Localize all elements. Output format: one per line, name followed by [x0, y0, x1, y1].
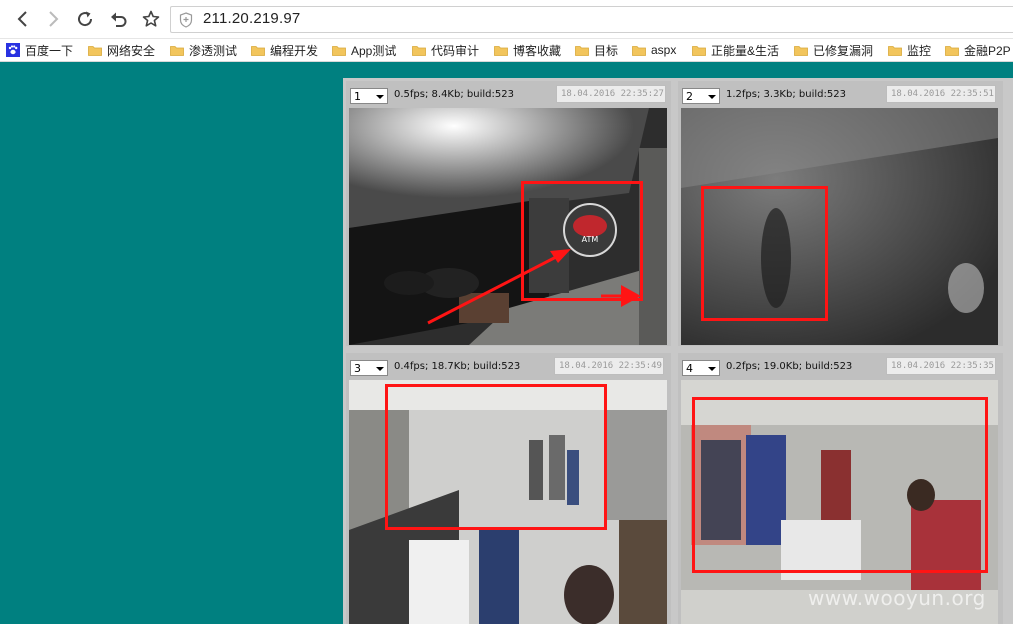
browser-toolbar: 211.20.219.97	[0, 0, 1013, 39]
bookmark-folder[interactable]: 监控	[888, 41, 931, 59]
camera-header: 3 0.4fps; 18.7Kb; build:523 18.04.2016 2…	[346, 353, 671, 379]
url-text[interactable]: 211.20.219.97	[203, 10, 300, 27]
camera-number: 4	[686, 362, 693, 375]
folder-icon	[692, 45, 706, 56]
camera-header: 4 0.2fps; 19.0Kb; build:523 18.04.2016 2…	[678, 353, 1003, 379]
camera-select[interactable]: 4	[682, 360, 720, 376]
camera-number: 2	[686, 90, 693, 103]
folder-icon	[632, 45, 646, 56]
camera-grid: 1 0.5fps; 8.4Kb; build:523 18.04.2016 22…	[343, 78, 1013, 624]
undo-icon[interactable]	[108, 8, 130, 30]
bookmark-folder[interactable]: 编程开发	[251, 41, 318, 59]
stream-stats: 0.4fps; 18.7Kb; build:523	[394, 361, 521, 372]
bookmark-folder[interactable]: 金融P2P	[945, 41, 1011, 59]
folder-icon	[332, 45, 346, 56]
paw-icon	[6, 43, 20, 57]
reload-icon[interactable]	[74, 8, 96, 30]
chevron-down-icon	[708, 367, 716, 371]
bookmark-folder[interactable]: 博客收藏	[494, 41, 561, 59]
forward-icon[interactable]	[42, 8, 64, 30]
highlight-box	[385, 384, 607, 530]
bookmark-folder[interactable]: 网络安全	[88, 41, 155, 59]
shield-icon	[179, 12, 193, 28]
stream-stats: 0.2fps; 19.0Kb; build:523	[726, 361, 853, 372]
folder-icon	[945, 45, 959, 56]
folder-icon	[412, 45, 426, 56]
camera-number: 3	[354, 362, 361, 375]
bookmark-folder[interactable]: 代码审计	[412, 41, 479, 59]
watermark-text: www.wooyun.org	[808, 586, 986, 610]
bookmark-label: 监控	[907, 43, 932, 58]
highlight-box	[692, 397, 988, 573]
chevron-down-icon	[376, 367, 384, 371]
bookmark-label: 目标	[594, 43, 619, 58]
folder-icon	[251, 45, 265, 56]
arrow-annotation	[427, 249, 641, 325]
bookmark-label: 博客收藏	[513, 43, 562, 58]
camera-panel-1: 1 0.5fps; 8.4Kb; build:523 18.04.2016 22…	[346, 81, 671, 346]
bookmark-label: 网络安全	[107, 43, 156, 58]
camera-panel-4: 4 0.2fps; 19.0Kb; build:523 18.04.2016 2…	[678, 353, 1003, 624]
folder-icon	[88, 45, 102, 56]
camera-timestamp: 18.04.2016 22:35:35	[886, 357, 996, 375]
back-icon[interactable]	[12, 8, 34, 30]
bookmark-baidu[interactable]: 百度一下	[6, 41, 73, 59]
bookmark-label: 百度一下	[25, 43, 74, 58]
camera-panel-2: 2 1.2fps; 3.3Kb; build:523 18.04.2016 22…	[678, 81, 1003, 346]
bookmark-label: 已修复漏洞	[813, 43, 874, 58]
camera-select[interactable]: 3	[350, 360, 388, 376]
chevron-down-icon	[708, 95, 716, 99]
bookmark-label: App测试	[351, 43, 397, 58]
bookmark-label: 渗透测试	[189, 43, 238, 58]
bookmark-label: 正能量&生活	[711, 43, 780, 58]
folder-icon	[494, 45, 508, 56]
stream-stats: 1.2fps; 3.3Kb; build:523	[726, 89, 846, 100]
highlight-box	[701, 186, 828, 321]
bookmark-label: 代码审计	[431, 43, 480, 58]
bookmark-folder[interactable]: 目标	[575, 41, 618, 59]
camera-timestamp: 18.04.2016 22:35:51	[886, 85, 996, 103]
bookmarks-bar: 百度一下 网络安全 渗透测试 编程开发 App测试 代码审计 博客收藏 目标 a…	[0, 39, 1013, 62]
bookmark-folder[interactable]: 已修复漏洞	[794, 41, 873, 59]
star-icon[interactable]	[140, 8, 162, 30]
camera-panel-3: 3 0.4fps; 18.7Kb; build:523 18.04.2016 2…	[346, 353, 671, 624]
bookmark-folder[interactable]: 渗透测试	[170, 41, 237, 59]
bookmark-label: aspx	[651, 43, 677, 57]
bookmark-folder[interactable]: 正能量&生活	[692, 41, 779, 59]
folder-icon	[170, 45, 184, 56]
camera-timestamp: 18.04.2016 22:35:49	[554, 357, 664, 375]
camera-select[interactable]: 2	[682, 88, 720, 104]
bookmark-label: 金融P2P	[964, 43, 1011, 58]
folder-icon	[575, 45, 589, 56]
folder-icon	[888, 45, 902, 56]
bookmark-folder[interactable]: aspx	[632, 41, 676, 59]
folder-icon	[794, 45, 808, 56]
bookmark-label: 编程开发	[270, 43, 319, 58]
bookmark-folder[interactable]: App测试	[332, 41, 396, 59]
camera-header: 2 1.2fps; 3.3Kb; build:523 18.04.2016 22…	[678, 81, 1003, 107]
address-bar[interactable]: 211.20.219.97	[170, 6, 1013, 33]
